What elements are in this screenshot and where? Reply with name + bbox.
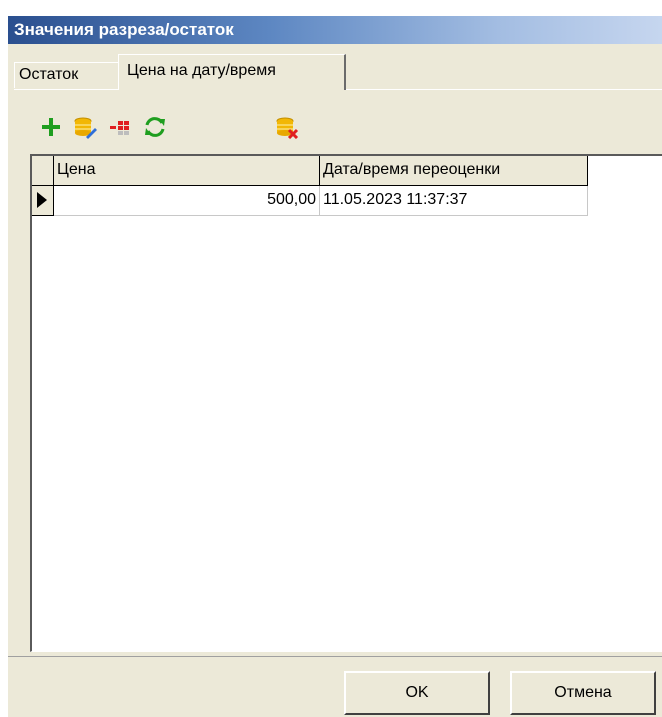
column-header-price[interactable]: Цена bbox=[54, 156, 320, 186]
data-grid[interactable]: Цена Дата/время переоценки 500,00 11.05.… bbox=[30, 154, 662, 652]
delete-row-icon[interactable] bbox=[108, 114, 134, 140]
button-bar: OK Отмена bbox=[8, 656, 662, 717]
refresh-icon[interactable] bbox=[142, 114, 168, 140]
tab-price-date[interactable]: Цена на дату/время bbox=[118, 54, 346, 90]
window-title: Значения разреза/остаток bbox=[8, 16, 662, 44]
add-icon[interactable] bbox=[38, 114, 64, 140]
cancel-button[interactable]: Отмена bbox=[510, 671, 656, 715]
column-header-revaluation-datetime[interactable]: Дата/время переоценки bbox=[320, 156, 588, 186]
current-row-arrow-icon bbox=[37, 192, 47, 208]
row-indicator[interactable] bbox=[32, 186, 54, 216]
cell-revaluation-datetime[interactable]: 11.05.2023 11:37:37 bbox=[320, 186, 588, 216]
edit-record-icon[interactable] bbox=[72, 114, 98, 140]
delete-record-icon[interactable] bbox=[274, 114, 300, 140]
dialog-window: Значения разреза/остаток Остаток Цена на… bbox=[8, 16, 662, 717]
cell-price[interactable]: 500,00 bbox=[54, 186, 320, 216]
tab-ostatok[interactable]: Остаток bbox=[14, 62, 118, 88]
ok-button[interactable]: OK bbox=[344, 671, 490, 715]
row-indicator-header bbox=[32, 156, 54, 186]
